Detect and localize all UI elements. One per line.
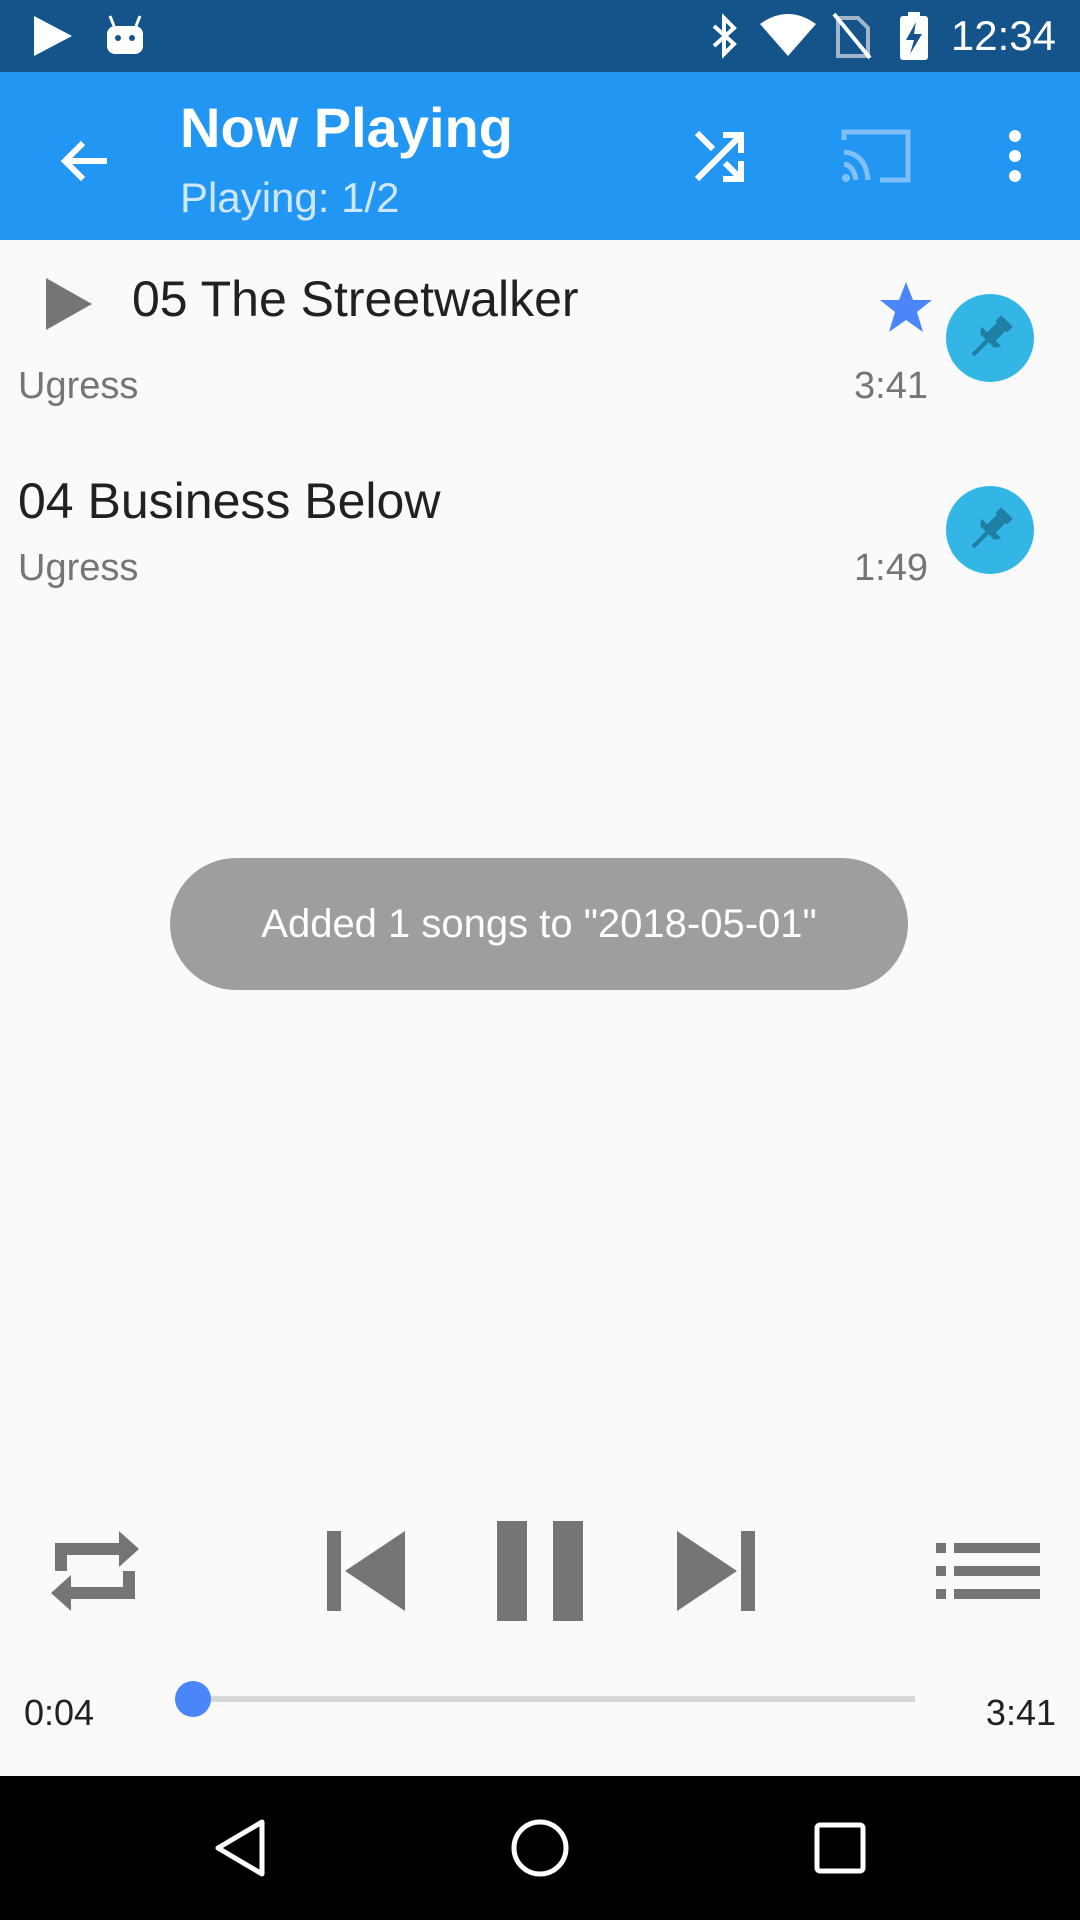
back-arrow-icon — [60, 140, 107, 182]
nav-home-button[interactable] — [460, 1776, 620, 1920]
pin-icon — [971, 315, 1013, 357]
app-bar: Now Playing Playing: 1/2 — [0, 72, 1080, 240]
cast-button[interactable] — [834, 116, 918, 196]
toast-message: Added 1 songs to "2018-05-01" — [170, 858, 908, 990]
queue-button[interactable] — [928, 1516, 1048, 1626]
shuffle-button[interactable] — [680, 116, 760, 196]
song-artist: Ugress — [18, 547, 139, 589]
song-title: 04 Business Below — [18, 473, 441, 529]
play-store-icon — [34, 16, 72, 56]
back-button[interactable] — [40, 116, 130, 206]
nav-back-button[interactable] — [160, 1776, 320, 1920]
queue-list-icon — [936, 1543, 1040, 1599]
pin-icon — [971, 507, 1013, 549]
pause-icon — [497, 1521, 583, 1621]
song-artist: Ugress — [18, 365, 139, 407]
song-duration: 3:41 — [854, 365, 928, 407]
pause-button[interactable] — [480, 1516, 600, 1626]
list-item[interactable]: 05 The Streetwalker Ugress 3:41 — [0, 240, 1080, 430]
now-playing-icon — [46, 278, 92, 330]
seek-bar[interactable] — [175, 1681, 915, 1717]
more-options-button[interactable] — [990, 116, 1040, 196]
bluetooth-icon — [712, 13, 737, 59]
shuffle-icon — [694, 130, 744, 182]
page-subtitle: Playing: 1/2 — [180, 174, 400, 221]
total-time: 3:41 — [985, 1692, 1056, 1733]
song-duration: 1:49 — [854, 547, 928, 589]
recents-square-icon — [814, 1822, 866, 1874]
skip-next-icon — [677, 1531, 755, 1611]
previous-button[interactable] — [310, 1516, 420, 1626]
back-triangle-icon — [215, 1819, 265, 1877]
battery-charging-icon — [900, 12, 928, 60]
more-vert-icon — [1009, 130, 1021, 182]
song-title: 05 The Streetwalker — [132, 271, 579, 327]
cast-icon — [841, 129, 911, 183]
page-title: Now Playing — [180, 96, 513, 159]
pin-button[interactable] — [946, 294, 1034, 382]
wifi-icon — [760, 14, 816, 56]
no-sim-icon — [832, 12, 872, 60]
repeat-icon — [51, 1531, 139, 1611]
next-button[interactable] — [662, 1516, 772, 1626]
elapsed-time: 0:04 — [24, 1692, 95, 1733]
android-icon — [107, 15, 143, 54]
list-item[interactable]: 04 Business Below Ugress 1:49 — [0, 440, 1080, 610]
repeat-button[interactable] — [40, 1516, 150, 1626]
pin-button[interactable] — [946, 486, 1034, 574]
status-clock: 12:34 — [950, 12, 1056, 59]
status-bar: 12:34 — [0, 0, 1080, 72]
nav-recents-button[interactable] — [760, 1776, 920, 1920]
seek-thumb[interactable] — [175, 1681, 212, 1717]
star-icon[interactable] — [878, 280, 934, 334]
navigation-bar — [0, 1776, 1080, 1920]
playback-controls — [0, 1500, 1080, 1700]
skip-previous-icon — [327, 1531, 405, 1611]
home-circle-icon — [511, 1819, 569, 1877]
